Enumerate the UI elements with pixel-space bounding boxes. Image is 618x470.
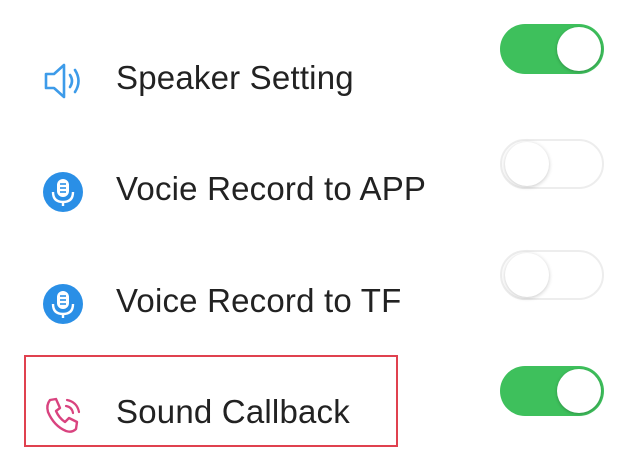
record-app-toggle[interactable]: [500, 139, 604, 189]
setting-label: Sound Callback: [116, 393, 350, 430]
setting-label: Vocie Record to APP: [116, 170, 427, 207]
setting-label: Voice Record to TF: [116, 282, 402, 319]
record-tf-toggle[interactable]: [500, 250, 604, 300]
microphone-icon: [42, 171, 84, 213]
toggle-knob: [557, 369, 601, 413]
microphone-icon: [42, 283, 84, 325]
phone-call-icon: [42, 394, 84, 436]
setting-label: Speaker Setting: [116, 59, 354, 96]
toggle-knob: [505, 253, 549, 297]
sound-callback-toggle[interactable]: [500, 366, 604, 416]
speaker-toggle[interactable]: [500, 24, 604, 74]
toggle-knob: [505, 142, 549, 186]
toggle-knob: [557, 27, 601, 71]
speaker-icon: [42, 60, 84, 102]
